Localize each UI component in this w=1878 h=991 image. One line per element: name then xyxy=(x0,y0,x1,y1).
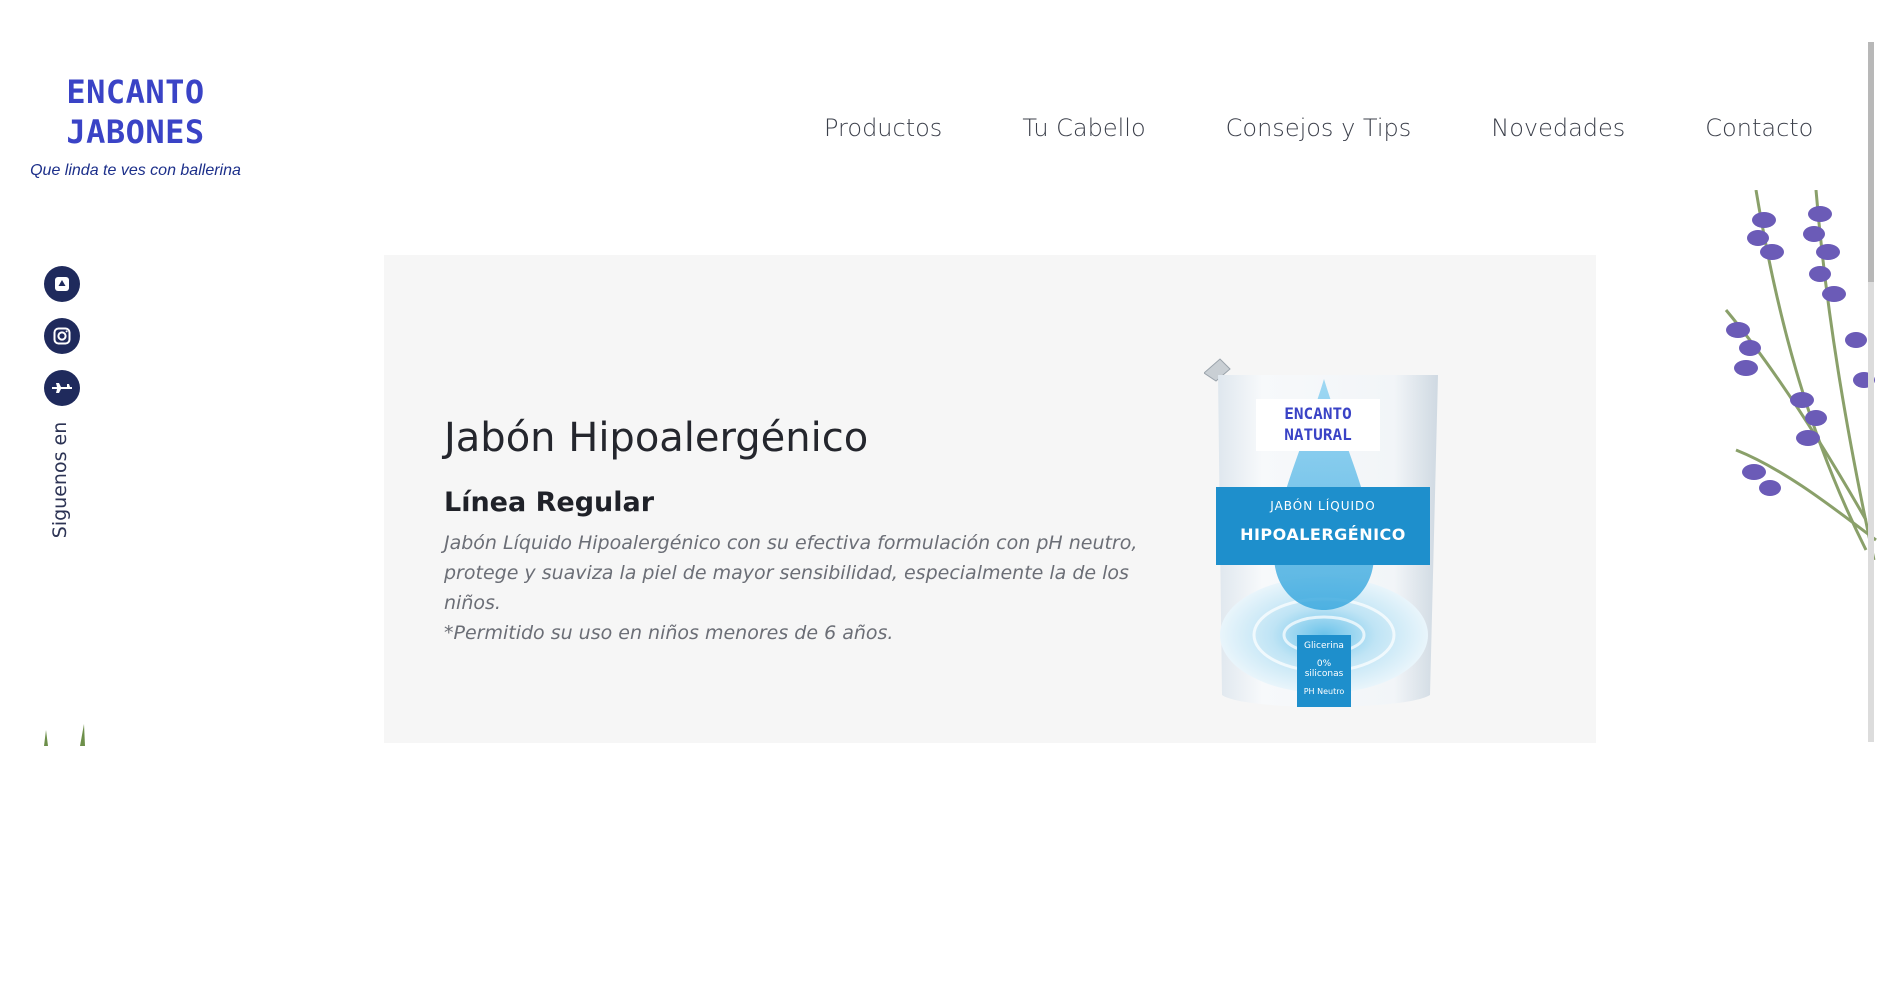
product-description-line: protege y suaviza la piel de mayor sensi… xyxy=(444,562,1129,614)
page: ENCANTO JABONES Que linda te ves con bal… xyxy=(0,0,1878,991)
brand-name-line1: ENCANTO xyxy=(66,73,205,111)
social-links xyxy=(44,266,80,422)
pouch-band: JABÓN LÍQUIDO HIPOALERGÉNICO xyxy=(1216,487,1430,565)
pouch-band-subtitle: JABÓN LÍQUIDO xyxy=(1270,499,1376,513)
product-card: Jabón Hipoalergénico Línea Regular Jabón… xyxy=(384,255,1596,743)
product-line: Línea Regular xyxy=(444,487,655,518)
product-description-line: Jabón Líquido Hipoalergénico con su efec… xyxy=(444,532,1138,554)
brand-logo[interactable]: ENCANTO JABONES Que linda te ves con bal… xyxy=(28,72,243,180)
product-title: Jabón Hipoalergénico xyxy=(444,415,869,461)
pouch-features-tag: Glicerina 0% siliconas PH Neutro xyxy=(1297,635,1351,707)
instagram-icon[interactable] xyxy=(44,318,80,354)
plane-icon[interactable] xyxy=(44,370,80,406)
page-scrollbar[interactable] xyxy=(1868,42,1874,742)
pouch-brand-label: ENCANTO NATURAL xyxy=(1256,399,1380,451)
app-icon[interactable] xyxy=(44,266,80,302)
pouch-tag-line: Glicerina xyxy=(1304,641,1344,651)
main-nav: Productos Tu Cabello Consejos y Tips Nov… xyxy=(824,114,1813,142)
nav-item-novedades[interactable]: Novedades xyxy=(1491,114,1625,142)
product-description: Jabón Líquido Hipoalergénico con su efec… xyxy=(444,528,1164,648)
nav-item-contacto[interactable]: Contacto xyxy=(1705,114,1813,142)
scrollbar-thumb[interactable] xyxy=(1868,42,1874,282)
pouch-brand-line2: NATURAL xyxy=(1284,425,1352,444)
pouch-tag-line: PH Neutro xyxy=(1303,687,1345,696)
nav-item-productos[interactable]: Productos xyxy=(824,114,942,142)
brand-name-line2: JABONES xyxy=(66,113,205,151)
nav-item-tu-cabello[interactable]: Tu Cabello xyxy=(1022,114,1145,142)
nav-item-consejos-y-tips[interactable]: Consejos y Tips xyxy=(1226,114,1412,142)
grass-decoration xyxy=(44,724,85,746)
follow-us-label: Siguenos en xyxy=(49,421,71,539)
pouch-brand-line1: ENCANTO xyxy=(1284,404,1352,423)
brand-tagline: Que linda te ves con ballerina xyxy=(30,162,241,179)
pouch-band-title: HIPOALERGÉNICO xyxy=(1240,525,1406,544)
product-description-line: *Permitido su uso en niños menores de 6 … xyxy=(444,622,894,644)
product-image: ENCANTO NATURAL JABÓN LÍQUIDO HIPOALERGÉ… xyxy=(1204,355,1444,725)
pouch-tag-line: 0% siliconas xyxy=(1304,659,1344,679)
lavender-decoration xyxy=(1724,190,1877,561)
